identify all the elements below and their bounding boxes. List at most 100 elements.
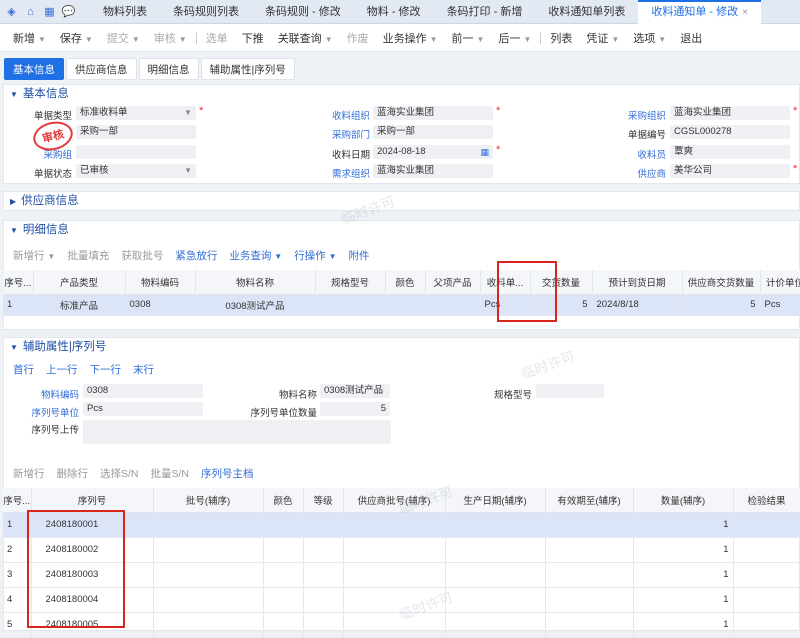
chevron-down-icon[interactable]: ▼ [329, 252, 337, 261]
collapse-triangle-icon[interactable]: ▼ [10, 226, 18, 235]
table-row[interactable]: 1 标准产品 0308 0308测试产品 Pcs 5 2024/8/18 5 P… [3, 294, 800, 316]
purch-group-field[interactable] [76, 145, 196, 159]
cell[interactable] [263, 512, 304, 538]
cell[interactable] [303, 587, 344, 613]
select-sn-button[interactable]: 选择S/N [100, 466, 139, 481]
cell[interactable]: 0308 [125, 294, 196, 316]
cell[interactable] [303, 612, 344, 638]
col-header[interactable]: 物料名称 [195, 270, 316, 295]
serial-upload-area[interactable] [83, 420, 391, 444]
serial-master-button[interactable]: 序列号主档 [201, 466, 254, 481]
cell[interactable] [733, 612, 800, 638]
cell[interactable] [445, 537, 546, 563]
col-header[interactable]: 预计到货日期 [592, 270, 683, 295]
urgent-release-button[interactable]: 紧急放行 [175, 248, 217, 263]
col-header[interactable]: 颜色 [263, 488, 304, 513]
tab-receipt-notice-list[interactable]: 收料通知单列表 [535, 0, 638, 24]
business-query-button[interactable]: 业务查询 ▼ [229, 248, 282, 263]
col-header[interactable]: 批号(辅序) [153, 488, 264, 513]
cell[interactable]: 标准产品 [33, 294, 126, 316]
supplier-info-header[interactable]: ▶ 供应商信息 [4, 192, 799, 210]
batch-fill-button[interactable]: 批量填充 [67, 248, 109, 263]
table-row[interactable] [3, 315, 800, 325]
cell[interactable] [445, 587, 546, 613]
cell[interactable] [153, 512, 264, 538]
cell[interactable] [545, 587, 634, 613]
chevron-down-icon[interactable]: ▼ [477, 35, 485, 44]
col-header[interactable]: 等级 [303, 488, 344, 513]
cell[interactable]: 5 [682, 294, 761, 316]
close-tab-icon[interactable]: × [742, 7, 748, 18]
tab-supplier-info[interactable]: 供应商信息 [66, 58, 137, 80]
cell[interactable] [263, 537, 304, 563]
cell[interactable] [263, 612, 304, 638]
options-button[interactable]: 选项 ▼ [626, 30, 673, 46]
mat-name-field[interactable]: 0308测试产品 [320, 384, 390, 398]
last-row-button[interactable]: 末行 [133, 362, 154, 377]
serial-add-row-button[interactable]: 新增行 [13, 466, 45, 481]
tab-aux-serial[interactable]: 辅助属性|序列号 [200, 58, 295, 80]
cell[interactable] [733, 587, 800, 613]
col-header[interactable]: 物料编码 [125, 270, 196, 295]
cell[interactable] [343, 562, 446, 588]
tab-material-edit[interactable]: 物料 - 修改 [354, 0, 434, 24]
mat-code-field[interactable]: 0308 [83, 384, 203, 398]
chevron-down-icon[interactable]: ▼ [325, 35, 333, 44]
cell[interactable] [385, 294, 426, 316]
cell[interactable] [545, 612, 634, 638]
chat-icon[interactable]: 💬 [61, 4, 76, 19]
cell[interactable] [153, 537, 264, 563]
cell[interactable] [425, 294, 481, 316]
doc-no-field[interactable]: CGSL000278 [670, 125, 790, 139]
collapse-triangle-icon[interactable]: ▼ [10, 343, 18, 352]
serial-unit-field[interactable]: Pcs [83, 402, 203, 416]
tab-barcode-rule-list[interactable]: 条码规则列表 [160, 0, 252, 24]
cell[interactable] [153, 612, 264, 638]
serial-delete-row-button[interactable]: 删除行 [57, 466, 89, 481]
cell[interactable] [303, 512, 344, 538]
get-lot-button[interactable]: 获取批号 [121, 248, 163, 263]
previous-button[interactable]: 前一 ▼ [445, 30, 492, 46]
serial-unit-qty-field[interactable]: 5 [320, 402, 390, 416]
mat-code-label[interactable]: 物料编码 [24, 387, 79, 401]
col-header[interactable]: 有效期至(辅序) [545, 488, 634, 513]
home-icon[interactable]: ⌂ [23, 4, 38, 19]
chevron-down-icon[interactable]: ▼ [132, 35, 140, 44]
receiver-label[interactable]: 收料员 [614, 147, 666, 161]
cell[interactable] [315, 294, 386, 316]
col-header[interactable]: 序列号 [31, 488, 154, 513]
save-button[interactable]: 保存 ▼ [53, 30, 100, 46]
cell[interactable] [445, 612, 546, 638]
row-ops-button[interactable]: 行操作 ▼ [294, 248, 336, 263]
chevron-down-icon[interactable]: ▼ [184, 164, 192, 178]
aux-serial-header[interactable]: ▼ 辅助属性|序列号 [4, 338, 799, 356]
tab-barcode-print-new[interactable]: 条码打印 - 新增 [434, 0, 536, 24]
supplier-label[interactable]: 供应商 [614, 166, 666, 180]
cell[interactable]: 1 [633, 512, 734, 538]
apps-grid-icon[interactable]: ▦ [42, 4, 57, 19]
next-button[interactable]: 后一 ▼ [491, 30, 538, 46]
list-button[interactable]: 列表 [543, 30, 579, 46]
col-header[interactable]: 计价单位 [760, 270, 800, 295]
chevron-down-icon[interactable]: ▼ [658, 35, 666, 44]
chevron-down-icon[interactable]: ▼ [611, 35, 619, 44]
tab-detail-info[interactable]: 明细信息 [138, 58, 199, 80]
cell[interactable] [545, 537, 634, 563]
doc-type-select[interactable]: 标准收料单 ▼ [76, 106, 196, 120]
cell[interactable]: 1 [633, 562, 734, 588]
attachment-button[interactable]: 附件 [349, 248, 370, 263]
cell[interactable] [343, 512, 446, 538]
select-doc-button[interactable]: 选单 [199, 30, 235, 46]
cell[interactable]: 1 [633, 612, 734, 638]
cell[interactable] [263, 562, 304, 588]
col-header[interactable]: 父项产品 [425, 270, 481, 295]
detail-info-header[interactable]: ▼ 明细信息 [4, 221, 799, 239]
cell[interactable] [445, 562, 546, 588]
recv-dept-field[interactable]: 采购一部 [373, 125, 493, 139]
voucher-button[interactable]: 凭证 ▼ [579, 30, 626, 46]
business-ops-button[interactable]: 业务操作 ▼ [376, 30, 445, 46]
recv-org-label[interactable]: 收料组织 [318, 108, 370, 122]
chevron-down-icon[interactable]: ▼ [85, 35, 93, 44]
submit-button[interactable]: 提交 ▼ [100, 30, 147, 46]
chevron-down-icon[interactable]: ▼ [523, 35, 531, 44]
